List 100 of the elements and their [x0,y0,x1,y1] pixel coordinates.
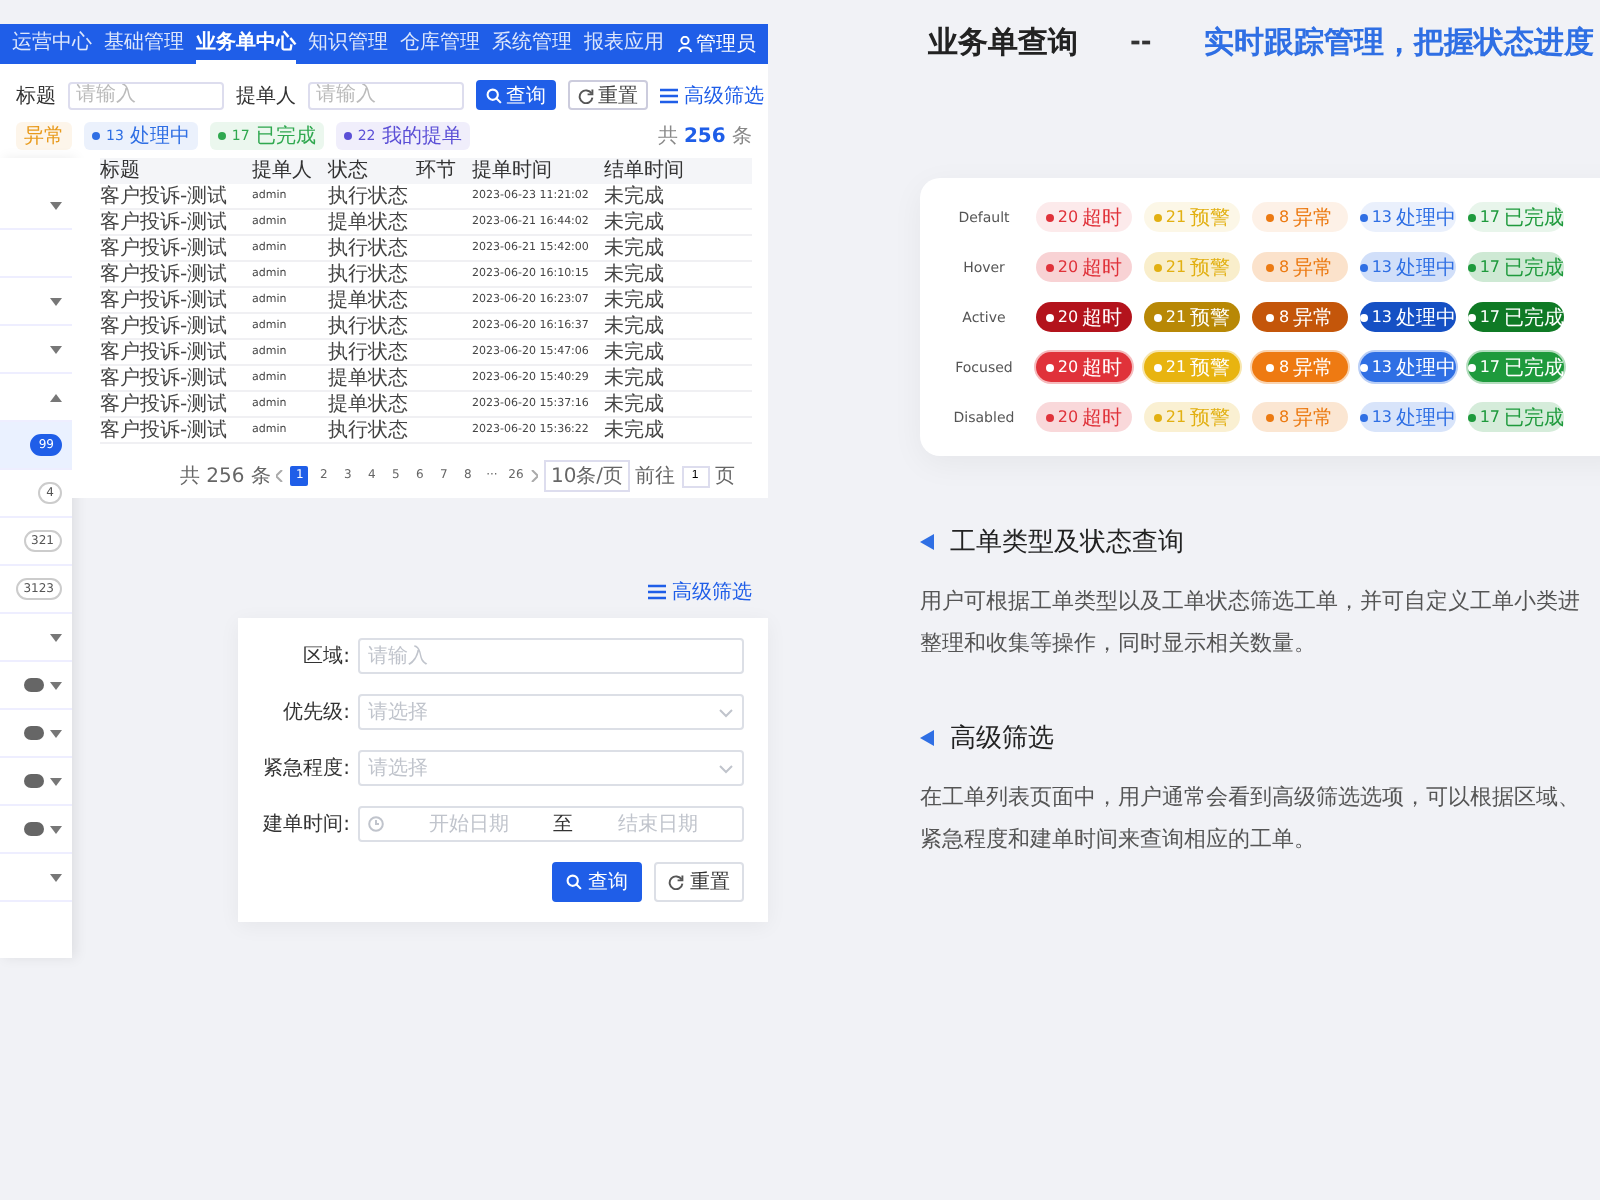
field-label: 建单时间: [261,811,350,838]
section-text: 用户可根据工单类型以及工单状态筛选工单，并可自定义工单小类进 [920,586,1582,618]
status-dot [1045,313,1054,321]
section-text: 紧急程度和建单时间来查询相应的工单。 [920,824,1318,856]
section-text: 整理和收集等操作，同时显示相关数量。 [920,628,1318,660]
status-tag[interactable]: 17 已完成 [1468,252,1564,282]
status-tag[interactable]: 17 已完成 [1468,202,1564,232]
column-header: 环节 [416,158,472,184]
caret-down-icon [718,707,734,717]
total-count: 共 256 条 [657,123,752,150]
status-tag[interactable]: 13 处理中 [1360,252,1456,282]
date-range-field[interactable]: 开始日期 至 结束日期 [358,806,744,842]
nav-item[interactable]: 仓库管理 [400,24,480,64]
status-tag[interactable]: 8 异常 [1252,202,1348,232]
filter-list-icon [648,584,666,600]
section-title: 高级筛选 [950,722,1054,756]
status-tag[interactable]: 17 已完成 [1468,302,1564,332]
nav-item[interactable]: 报表应用 [584,24,664,64]
table-cell: 客户投诉-测试 [100,314,252,340]
table-cell: 客户投诉-测试 [100,210,252,236]
table-cell: 未完成 [604,418,752,444]
table-cell: 执行状态 [328,262,416,288]
page-size-select[interactable]: 10条/页 [544,460,630,492]
nav-item[interactable]: 系统管理 [492,24,572,64]
filter-label: 提单人 [236,83,296,109]
status-tag[interactable]: 8 异常 [1252,352,1348,382]
table-cell: 未完成 [604,262,752,288]
table-cell: 未完成 [604,340,752,366]
table-cell: 客户投诉-测试 [100,418,252,444]
reset-button[interactable]: 重置 [568,80,648,110]
refresh-icon [668,874,684,890]
status-label: 处理中 [129,123,190,150]
table-cell: 客户投诉-测试 [100,184,252,210]
filter-label: 标题 [16,83,56,109]
next-page-icon[interactable] [530,470,539,482]
status-tag[interactable]: 13 处理中 [1360,302,1456,332]
status-tag[interactable]: 13 处理中 [1360,402,1456,432]
table-cell: 未完成 [604,314,752,340]
caret-down-icon [718,763,734,773]
status-dot [1045,363,1054,371]
search-button[interactable]: 查询 [552,862,642,902]
previous-page-icon[interactable] [276,470,285,482]
filter-list-icon [660,87,678,103]
field-label: 紧急程度: [261,755,350,782]
reset-button[interactable]: 重置 [654,862,744,902]
status-tag[interactable]: 8 异常 [1252,302,1348,332]
status-tag[interactable]: 20 超时 [1036,202,1132,232]
triangle-icon [920,730,934,746]
status-dot [217,132,226,140]
table-cell: 客户投诉-测试 [100,392,252,418]
status-dot [1266,363,1275,371]
status-tag[interactable]: 20 超时 [1036,302,1132,332]
status-tag[interactable]: 8 异常 [1252,402,1348,432]
page-title: 业务单查询 [928,24,1078,62]
nav-item[interactable]: 基础管理 [104,24,184,64]
badge-pill [24,822,44,836]
status-dot [1468,313,1476,321]
title-separator: -- [1130,28,1152,58]
advanced-filter-link[interactable]: 高级筛选 [648,578,752,606]
table-cell: 客户投诉-测试 [100,340,252,366]
status-dot [1153,363,1162,371]
nav-item[interactable]: 运营中心 [12,24,92,64]
status-label: 异常 [24,123,64,150]
status-tag[interactable]: 17 已完成 [1468,352,1564,382]
triangle-icon [920,534,934,550]
table-cell: 客户投诉-测试 [100,288,252,314]
status-dot [1266,313,1275,321]
search-icon [566,874,582,890]
input-field[interactable]: 请输入 [358,638,744,674]
badge-pill [24,678,44,692]
status-dot [92,132,100,140]
status-tag[interactable]: 8 异常 [1252,252,1348,282]
search-button[interactable]: 查询 [476,80,556,110]
filter-input[interactable]: 请输入 [68,81,224,109]
column-header: 提单人 [252,158,328,184]
nav-item[interactable]: 知识管理 [308,24,388,64]
table-cell: 执行状态 [328,314,416,340]
status-tag[interactable]: 20 超时 [1036,352,1132,382]
status-tag[interactable]: 21 预警 [1144,302,1240,332]
column-header: 结单时间 [604,158,752,184]
table-cell: 客户投诉-测试 [100,236,252,262]
status-tag[interactable]: 20 超时 [1036,252,1132,282]
column-header: 状态 [328,158,416,184]
table-cell: 提单状态 [328,392,416,418]
status-dot [1153,313,1162,321]
status-tag[interactable]: 13 处理中 [1360,202,1456,232]
clock-icon [368,816,384,832]
field-label: 优先级: [281,699,350,726]
advanced-filter-link[interactable]: 高级筛选 [660,81,764,109]
table-cell: 未完成 [604,236,752,262]
filter-input[interactable]: 请输入 [308,81,464,109]
status-tag[interactable]: 17 已完成 [1468,402,1564,432]
status-tag[interactable]: 13 处理中 [1360,352,1456,382]
page-subtitle: 实时跟踪管理，把握状态进度 [1203,24,1594,62]
table-cell: 未完成 [604,288,752,314]
pagination-total: 共 256 条 [180,463,271,490]
status-tag[interactable]: 20 超时 [1036,402,1132,432]
user-menu[interactable]: 管理员 [678,30,756,58]
goto-label: 前往 [635,463,676,490]
table-cell: 未完成 [604,210,752,236]
